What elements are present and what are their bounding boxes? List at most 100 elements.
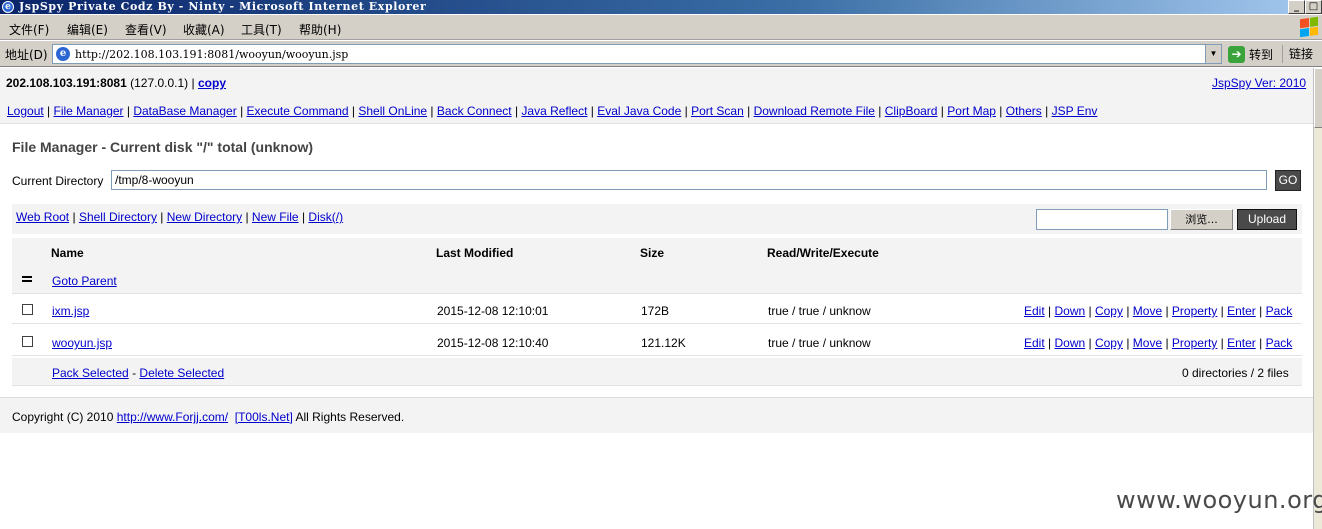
current-directory-label: Current Directory	[12, 174, 104, 188]
separator: |	[298, 210, 309, 224]
arrow-right-icon: ➔	[1228, 45, 1245, 63]
row-checkbox[interactable]	[22, 304, 33, 315]
separator: |	[1085, 304, 1095, 318]
nav-execute-command[interactable]: Execute Command	[247, 104, 349, 118]
toolbar-new-directory[interactable]: New Directory	[167, 210, 242, 224]
action-edit[interactable]: Edit	[1024, 336, 1045, 350]
server-host: 202.108.103.191:8081	[6, 76, 127, 90]
links-button[interactable]: 链接	[1282, 45, 1313, 63]
toolbar-web-root[interactable]: Web Root	[16, 210, 69, 224]
separator: |	[937, 104, 948, 118]
action-enter[interactable]: Enter	[1227, 304, 1256, 318]
parent-directory-icon	[22, 276, 32, 282]
file-name-link[interactable]: ixm.jsp	[52, 304, 89, 318]
menu-bar: 文件(F) 编辑(E) 查看(V) 收藏(A) 工具(T) 帮助(H)	[0, 15, 1322, 40]
nav-eval-java-code[interactable]: Eval Java Code	[597, 104, 681, 118]
action-pack[interactable]: Pack	[1266, 304, 1293, 318]
bulk-actions: Pack Selected - Delete Selected	[52, 366, 224, 380]
nav-clipboard[interactable]: ClipBoard	[885, 104, 938, 118]
separator: |	[995, 104, 1006, 118]
action-move[interactable]: Move	[1133, 304, 1162, 318]
file-rwx: true / true / unknow	[768, 336, 871, 350]
action-property[interactable]: Property	[1172, 336, 1217, 350]
version-link[interactable]: JspSpy Ver: 2010	[1212, 76, 1306, 90]
nav-download-remote-file[interactable]: Download Remote File	[754, 104, 875, 118]
nav-links: Logout | File Manager | DataBase Manager…	[7, 104, 1097, 118]
menu-tools[interactable]: 工具(T)	[241, 21, 282, 38]
separator: |	[1122, 304, 1133, 318]
go-directory-button[interactable]: GO	[1275, 170, 1301, 191]
separator: |	[1085, 336, 1095, 350]
chevron-down-icon[interactable]: ▼	[1205, 45, 1221, 63]
address-field[interactable]: e ▼	[52, 44, 1222, 64]
copy-link[interactable]: copy	[198, 76, 226, 90]
minimize-button[interactable]: _	[1288, 0, 1305, 14]
separator: |	[156, 210, 167, 224]
action-edit[interactable]: Edit	[1024, 304, 1045, 318]
nav-port-map[interactable]: Port Map	[947, 104, 996, 118]
nav-shell-online[interactable]: Shell OnLine	[358, 104, 427, 118]
ie-icon: e	[2, 1, 14, 13]
forjj-link[interactable]: http://www.Forjj.com/	[117, 410, 228, 424]
server-local-ip: (127.0.0.1)	[130, 76, 189, 90]
menu-file[interactable]: 文件(F)	[9, 21, 49, 38]
toolbar-new-file[interactable]: New File	[252, 210, 299, 224]
address-input[interactable]	[75, 48, 1195, 61]
separator: |	[191, 76, 195, 90]
action-enter[interactable]: Enter	[1227, 336, 1256, 350]
separator: |	[681, 104, 692, 118]
action-down[interactable]: Down	[1054, 304, 1085, 318]
separator: |	[1122, 336, 1133, 350]
separator: |	[587, 104, 598, 118]
toolbar-links: Web Root | Shell Directory | New Directo…	[16, 210, 343, 224]
nav-java-reflect[interactable]: Java Reflect	[521, 104, 587, 118]
nav-database-manager[interactable]: DataBase Manager	[133, 104, 236, 118]
nav-jsp-env[interactable]: JSP Env	[1052, 104, 1098, 118]
menu-view[interactable]: 查看(V)	[125, 21, 167, 38]
file-modified: 2015-12-08 12:10:01	[437, 304, 549, 318]
upload-file-input[interactable]	[1036, 209, 1168, 230]
separator: |	[1217, 336, 1228, 350]
separator: |	[1041, 104, 1052, 118]
maximize-button[interactable]: □	[1305, 0, 1322, 14]
table-row: ixm.jsp 2015-12-08 12:10:01 172B true / tru…	[12, 294, 1302, 324]
action-copy[interactable]: Copy	[1095, 336, 1123, 350]
browse-button[interactable]: 浏览...	[1170, 209, 1233, 230]
go-button[interactable]: ➔ 转到	[1228, 45, 1273, 63]
action-move[interactable]: Move	[1133, 336, 1162, 350]
row-checkbox[interactable]	[22, 336, 33, 347]
action-down[interactable]: Down	[1054, 336, 1085, 350]
upload-button[interactable]: Upload	[1237, 209, 1297, 230]
file-summary: 0 directories / 2 files	[1182, 366, 1289, 380]
separator: |	[874, 104, 885, 118]
action-property[interactable]: Property	[1172, 304, 1217, 318]
nav-port-scan[interactable]: Port Scan	[691, 104, 744, 118]
nav-file-manager[interactable]: File Manager	[54, 104, 124, 118]
separator: |	[1044, 304, 1055, 318]
nav-logout[interactable]: Logout	[7, 104, 44, 118]
action-copy[interactable]: Copy	[1095, 304, 1123, 318]
table-footer: Pack Selected - Delete Selected 0 direct…	[12, 358, 1302, 386]
current-directory-input[interactable]	[111, 170, 1267, 190]
menu-favorites[interactable]: 收藏(A)	[183, 21, 225, 38]
nav-back-connect[interactable]: Back Connect	[437, 104, 512, 118]
vertical-scrollbar[interactable]	[1313, 68, 1322, 529]
t00ls-link[interactable]: [T00ls.Net]	[235, 410, 293, 424]
file-toolbar: Web Root | Shell Directory | New Directo…	[12, 204, 1302, 234]
toolbar-shell-directory[interactable]: Shell Directory	[79, 210, 157, 224]
file-name-link[interactable]: wooyun.jsp	[52, 336, 112, 350]
windows-logo-icon	[1300, 16, 1318, 38]
menu-edit[interactable]: 编辑(E)	[67, 21, 108, 38]
action-pack[interactable]: Pack	[1266, 336, 1293, 350]
window-title: JspSpy Private Codz By - Ninty - Microso…	[19, 0, 427, 13]
file-rwx: true / true / unknow	[768, 304, 871, 318]
delete-selected-link[interactable]: Delete Selected	[139, 366, 224, 380]
menu-help[interactable]: 帮助(H)	[299, 21, 341, 38]
page-title: File Manager - Current disk "/" total (u…	[12, 139, 314, 155]
window-controls: _ □	[1288, 0, 1322, 14]
toolbar-disk[interactable]: Disk(/)	[308, 210, 343, 224]
goto-parent-link[interactable]: Goto Parent	[52, 274, 117, 288]
scrollbar-thumb[interactable]	[1314, 68, 1322, 128]
nav-others[interactable]: Others	[1006, 104, 1042, 118]
pack-selected-link[interactable]: Pack Selected	[52, 366, 129, 380]
